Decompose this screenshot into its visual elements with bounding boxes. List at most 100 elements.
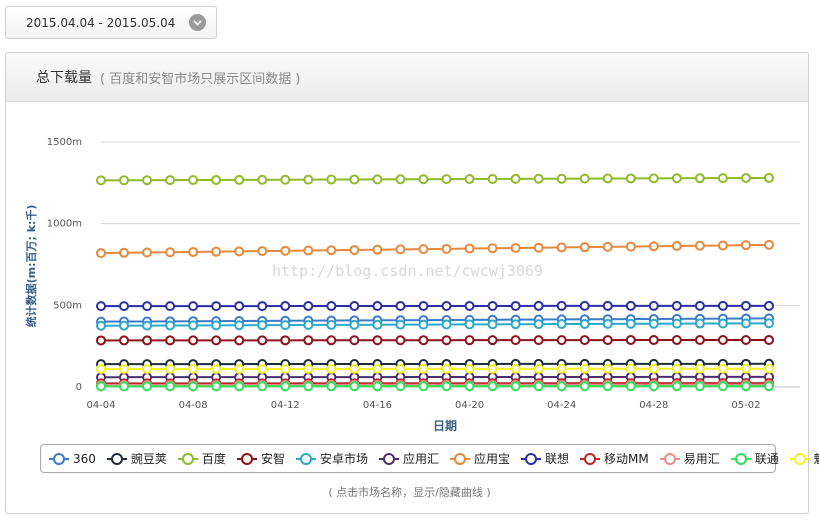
legend-item[interactable]: 易用汇 — [659, 450, 720, 467]
data-point — [211, 174, 222, 185]
data-point — [211, 381, 222, 392]
data-point — [257, 174, 268, 185]
data-point — [441, 335, 452, 346]
data-point — [142, 320, 153, 331]
data-point — [395, 319, 406, 330]
line-chart: http://blog.csdn.net/cwcwj3069 0 500m 1000… — [24, 137, 800, 433]
legend-label: 百度 — [201, 452, 226, 466]
legend-marker-icon — [236, 452, 257, 465]
data-point — [602, 300, 613, 311]
legend-label: 安智 — [260, 452, 285, 466]
data-point — [648, 300, 659, 311]
legend-item[interactable]: 应用宝 — [449, 450, 510, 467]
data-point — [694, 381, 705, 392]
legend-item[interactable]: 百度 — [177, 450, 226, 467]
data-point — [349, 381, 360, 392]
data-point — [372, 381, 383, 392]
series-易用汇[interactable] — [96, 379, 774, 391]
legend-item[interactable]: 豌豆荚 — [106, 450, 167, 467]
data-point — [349, 335, 360, 346]
data-point — [280, 320, 291, 331]
watermark-text: http://blog.csdn.net/cwcwj3069 — [272, 262, 543, 280]
data-point — [372, 363, 383, 374]
legend-item[interactable]: 移动MM — [580, 450, 649, 467]
legend-item[interactable]: 安智 — [236, 450, 285, 467]
data-point — [740, 318, 751, 329]
legend-marker-icon — [521, 452, 541, 465]
data-point — [418, 300, 429, 311]
data-point — [211, 363, 222, 374]
series-安智[interactable] — [96, 334, 774, 346]
data-point — [211, 320, 222, 331]
data-point — [349, 244, 360, 255]
data-point — [326, 335, 337, 346]
data-point — [602, 335, 613, 346]
legend-label: 易用汇 — [683, 452, 720, 466]
data-point — [464, 174, 475, 185]
data-point — [694, 300, 705, 311]
data-point — [740, 173, 751, 184]
data-point — [694, 173, 705, 184]
chart-legend: 360 豌豆荚 百度 安智 安卓市场 应用汇 应用宝 联想 移动MM 易用汇 联通 魅族 — [40, 444, 819, 473]
data-point — [764, 300, 774, 311]
data-point — [717, 300, 728, 311]
data-point — [326, 174, 337, 185]
data-point — [740, 363, 751, 374]
data-point — [464, 243, 475, 254]
data-point — [464, 300, 475, 311]
data-point — [556, 242, 567, 253]
data-point — [142, 364, 153, 375]
data-point — [625, 173, 636, 184]
data-point — [280, 174, 291, 185]
data-point — [556, 363, 567, 374]
data-point — [441, 300, 452, 311]
legend-label: 应用汇 — [402, 452, 439, 466]
legend-item[interactable]: 联通 — [730, 450, 779, 467]
legend-label: 联通 — [754, 452, 779, 466]
data-point — [165, 247, 176, 258]
series-豌豆荚[interactable] — [96, 358, 774, 370]
data-point — [234, 174, 245, 185]
data-point — [694, 335, 705, 346]
legend-item[interactable]: 应用汇 — [378, 450, 439, 467]
data-point — [487, 335, 498, 346]
data-point — [96, 301, 106, 312]
data-point — [372, 244, 383, 255]
data-point — [372, 335, 383, 346]
data-point — [579, 300, 590, 311]
data-point — [418, 174, 429, 185]
data-point — [418, 381, 429, 392]
data-point — [579, 242, 590, 253]
series-魅族[interactable] — [96, 363, 774, 375]
data-point — [303, 245, 314, 256]
data-point — [487, 300, 498, 311]
y-tick-label: 500m — [53, 300, 82, 311]
data-point — [96, 335, 106, 346]
series-应用宝[interactable] — [96, 239, 774, 259]
data-point — [96, 248, 106, 259]
data-point — [694, 240, 705, 251]
data-point — [717, 334, 728, 345]
data-point — [602, 173, 613, 184]
series-应用汇[interactable] — [96, 371, 774, 383]
series-百度[interactable] — [96, 172, 774, 186]
data-point — [349, 363, 360, 374]
x-axis-label: 日期 — [433, 418, 457, 433]
legend-label: 移动MM — [604, 452, 649, 466]
legend-item[interactable]: 安卓市场 — [295, 450, 368, 467]
data-point — [326, 301, 337, 312]
data-point — [464, 363, 475, 374]
data-point — [211, 301, 222, 312]
data-point — [418, 363, 429, 374]
data-point — [556, 173, 567, 184]
legend-item[interactable]: 联想 — [521, 450, 569, 467]
data-point — [165, 175, 176, 186]
series-联想[interactable] — [96, 300, 774, 312]
legend-item[interactable]: 360 — [49, 452, 96, 466]
legend-item[interactable]: 魅族 — [789, 450, 819, 467]
data-point — [119, 335, 130, 346]
legend-label: 360 — [73, 451, 96, 466]
data-point — [556, 335, 567, 346]
data-point — [717, 381, 728, 392]
data-point — [234, 381, 245, 392]
